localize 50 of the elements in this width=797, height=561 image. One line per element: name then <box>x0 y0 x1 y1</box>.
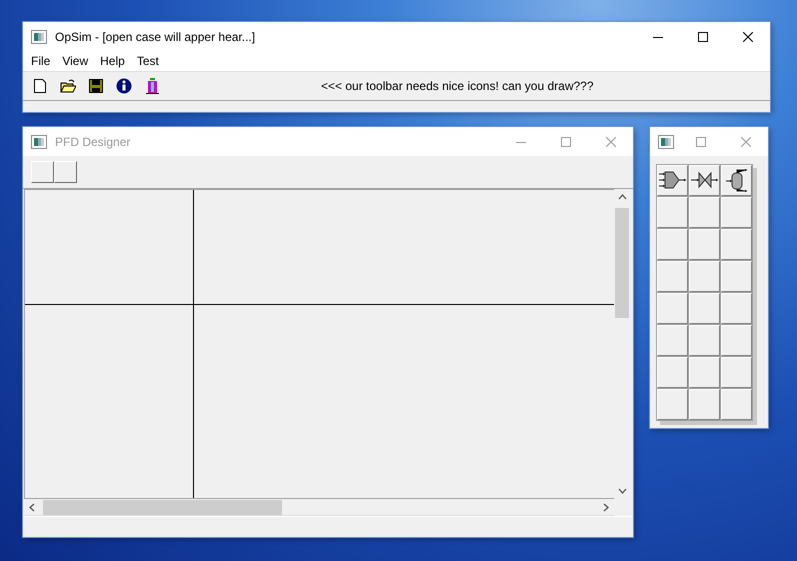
column-icon <box>144 78 160 94</box>
palette-cell[interactable] <box>721 165 752 196</box>
palette-cell[interactable] <box>657 357 688 388</box>
palette-cell[interactable] <box>721 229 752 260</box>
close-icon <box>740 136 750 146</box>
menu-item[interactable]: Help <box>94 54 131 68</box>
palette-cell[interactable] <box>657 229 688 260</box>
menu-item[interactable]: View <box>56 54 94 68</box>
palette-cell[interactable] <box>657 261 688 292</box>
palette-cell[interactable] <box>689 229 720 260</box>
palette-cell[interactable] <box>657 165 688 196</box>
scroll-thumb[interactable] <box>43 500 282 514</box>
horizontal-scrollbar[interactable] <box>24 499 614 516</box>
vessel-icon <box>723 169 750 192</box>
info-icon <box>116 78 132 94</box>
palette-cell[interactable] <box>689 389 720 420</box>
palette-cell[interactable] <box>721 389 752 420</box>
app-icon <box>31 134 47 148</box>
palette-cell[interactable] <box>689 325 720 356</box>
palette-cell[interactable] <box>721 261 752 292</box>
palette-cell[interactable] <box>689 261 720 292</box>
palette-cell[interactable] <box>689 197 720 228</box>
file-icon <box>32 78 48 94</box>
palette-cell[interactable] <box>657 197 688 228</box>
palette-cell[interactable] <box>657 293 688 324</box>
palette-cell[interactable] <box>657 325 688 356</box>
maximize-icon <box>560 136 570 146</box>
palette-cell[interactable] <box>721 293 752 324</box>
palette-cell[interactable] <box>689 165 720 196</box>
close-icon <box>742 32 752 42</box>
folder-icon <box>60 78 76 94</box>
toolbar-message: <<< our toolbar needs nice icons! can you draw??? <box>321 79 594 93</box>
window-title: OpSim - [open case will apper hear...] <box>55 30 256 44</box>
close-icon <box>606 136 616 146</box>
scroll-thumb[interactable] <box>615 208 629 318</box>
palette-cell[interactable] <box>689 293 720 324</box>
toolbar-button[interactable] <box>31 161 54 183</box>
maximize-icon <box>698 32 708 42</box>
palette-cell[interactable] <box>721 357 752 388</box>
window-title: PFD Designer <box>55 134 130 148</box>
palette-cell[interactable] <box>689 357 720 388</box>
menu-item[interactable]: File <box>25 54 56 68</box>
app-icon <box>31 30 47 44</box>
palette-cell[interactable] <box>721 197 752 228</box>
maximize-icon <box>696 136 706 146</box>
palette-cell[interactable] <box>657 389 688 420</box>
toolbar-button[interactable] <box>54 161 77 183</box>
menu-item[interactable]: Test <box>130 54 165 68</box>
app-icon <box>658 134 674 148</box>
palette-cell[interactable] <box>721 325 752 356</box>
